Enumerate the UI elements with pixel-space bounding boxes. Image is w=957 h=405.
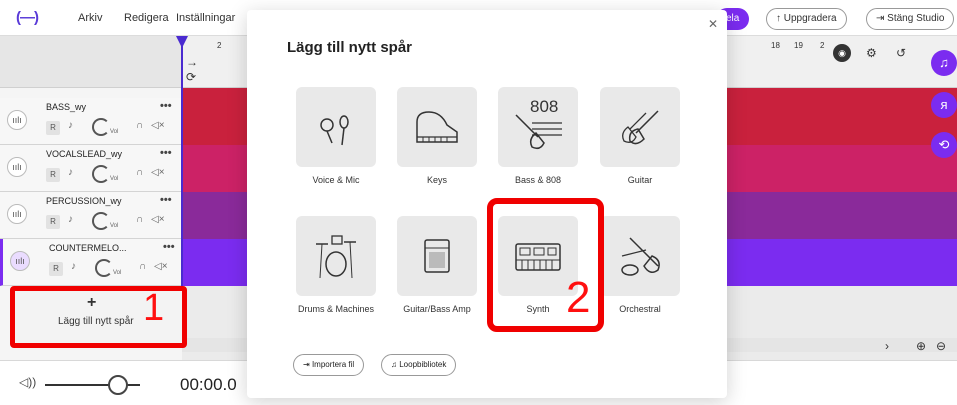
mute-icon[interactable]: ◁× [151, 120, 165, 131]
headphones-icon[interactable]: ∩ [136, 214, 143, 225]
track-name: COUNTERMELO... [49, 243, 127, 253]
record-arm-button[interactable]: R [49, 262, 63, 276]
guitar-icon [622, 110, 659, 145]
tile-keys[interactable] [397, 87, 477, 167]
undo-icon[interactable]: ↺ [896, 46, 906, 60]
track-input-icon[interactable]: ıılı [7, 110, 27, 130]
orchestral-icon [621, 237, 660, 276]
time-display: 00:00.0 [180, 375, 237, 394]
menu-redigera[interactable]: Redigera [124, 12, 169, 24]
track-header[interactable]: ıılı PERCUSSION_wy ••• R ♪ Vol ∩ ◁× [0, 192, 182, 239]
tile-voice-mic[interactable] [296, 87, 376, 167]
zoom-in-icon[interactable]: ⊕ [916, 339, 926, 353]
music-note-icon: ♫ [391, 360, 400, 369]
tile-guitar[interactable] [600, 87, 680, 167]
drums-icon [316, 235, 356, 279]
track-name: VOCALSLEAD_wy [46, 149, 123, 159]
loop-label: Loopbibliotek [399, 360, 447, 369]
tile-orchestral[interactable] [600, 216, 680, 296]
annotation-number: 2 [566, 273, 591, 322]
ruler-bar-number: 19 [794, 41, 803, 50]
tile-bass-808[interactable]: 808 [498, 87, 578, 167]
track-header[interactable]: ıılı VOCALSLEAD_wy ••• R ♪ Vol ∩ ◁× [0, 145, 182, 192]
ruler-bar-number: 2 [217, 41, 222, 50]
volume-knob[interactable] [92, 165, 110, 183]
track-input-icon[interactable]: ıılı [7, 157, 27, 177]
volume-label: Vol [110, 129, 119, 135]
microphone-icon [320, 115, 349, 146]
tile-amp[interactable] [397, 216, 477, 296]
add-track-label: Lägg till nytt spår [58, 316, 134, 327]
arrow-right-icon[interactable]: → [186, 55, 198, 69]
track-menu-icon[interactable]: ••• [160, 100, 172, 112]
record-arm-button[interactable]: R [46, 121, 60, 135]
record-arm-button[interactable]: R [46, 215, 60, 229]
music-note-button[interactable]: ♫ [931, 50, 957, 76]
piano-icon [416, 111, 458, 143]
metronome-icon[interactable]: ◉ [833, 44, 851, 62]
collaborators-button[interactable]: ᴙ [931, 92, 957, 118]
playhead-line [181, 45, 183, 300]
menu-installningar[interactable]: Inställningar [176, 12, 235, 24]
menu-arkiv[interactable]: Arkiv [78, 12, 102, 24]
mute-icon[interactable]: ◁× [151, 167, 165, 178]
track-name: PERCUSSION_wy [46, 196, 122, 206]
zoom-out-icon[interactable]: ⊖ [936, 339, 946, 353]
close-studio-button[interactable]: ⇥ Stäng Studio [866, 8, 955, 30]
volume-label: Vol [110, 176, 119, 182]
bass-guitar-icon [515, 114, 562, 150]
track-input-icon[interactable]: ıılı [7, 204, 27, 224]
import-icon: ⇥ [303, 360, 312, 369]
volume-label: Vol [113, 270, 122, 276]
track-header[interactable]: ıılı BASS_wy ••• R ♪ Vol ∩ ◁× [0, 98, 182, 145]
import-label: Importera fil [311, 360, 355, 369]
ruler-bar-number: 2 [820, 41, 825, 50]
headphones-icon[interactable]: ∩ [136, 120, 143, 131]
plus-icon: + [87, 294, 97, 311]
effects-icon[interactable]: ♪ [68, 214, 73, 225]
volume-label: Vol [110, 223, 119, 229]
record-arm-button[interactable]: R [46, 168, 60, 182]
amp-icon [424, 239, 450, 273]
effects-icon[interactable]: ♪ [71, 261, 76, 272]
tile-label: Guitar [627, 175, 653, 185]
volume-knob[interactable] [92, 212, 110, 230]
effects-icon[interactable]: ♪ [68, 120, 73, 131]
track-header-selected[interactable]: ıılı COUNTERMELO... ••• R ♪ Vol ∩ ◁× [0, 239, 182, 286]
add-track-button[interactable]: + Lägg till nytt spår 1 [10, 286, 187, 348]
volume-knob[interactable] [92, 118, 110, 136]
headphones-icon[interactable]: ∩ [139, 261, 146, 272]
mute-icon[interactable]: ◁× [151, 214, 165, 225]
track-name: BASS_wy [46, 102, 87, 112]
track-menu-icon[interactable]: ••• [163, 241, 175, 253]
track-menu-icon[interactable]: ••• [160, 147, 172, 159]
loop-icon[interactable]: ⟳ [186, 70, 196, 84]
ruler-bar-number: 18 [771, 41, 780, 50]
effects-icon[interactable]: ♪ [68, 167, 73, 178]
close-icon[interactable]: ✕ [708, 17, 718, 31]
headphones-icon[interactable]: ∩ [136, 167, 143, 178]
ruler-left-area [0, 36, 182, 88]
upgrade-button[interactable]: ↑ Uppgradera [766, 8, 847, 30]
tile-drums[interactable] [296, 216, 376, 296]
dialog-title: Lägg till nytt spår [287, 39, 413, 56]
track-input-icon[interactable]: ıılı [10, 251, 30, 271]
mute-icon[interactable]: ◁× [154, 261, 168, 272]
chevron-right-icon[interactable]: › [885, 339, 889, 353]
master-volume-thumb[interactable] [108, 375, 128, 395]
speaker-icon[interactable]: ◁)) [19, 375, 36, 389]
loop-library-button[interactable]: ♫ Loopbibliotek [381, 354, 457, 376]
app-logo[interactable]: (—) [16, 9, 39, 26]
settings-icon[interactable]: ⚙ [866, 46, 877, 60]
track-menu-icon[interactable]: ••• [160, 194, 172, 206]
volume-knob[interactable] [95, 259, 113, 277]
annotation-number: 1 [143, 287, 165, 329]
add-loop-button[interactable]: ⟲ [931, 132, 957, 158]
import-file-button[interactable]: ⇥ Importera fil [293, 354, 365, 376]
